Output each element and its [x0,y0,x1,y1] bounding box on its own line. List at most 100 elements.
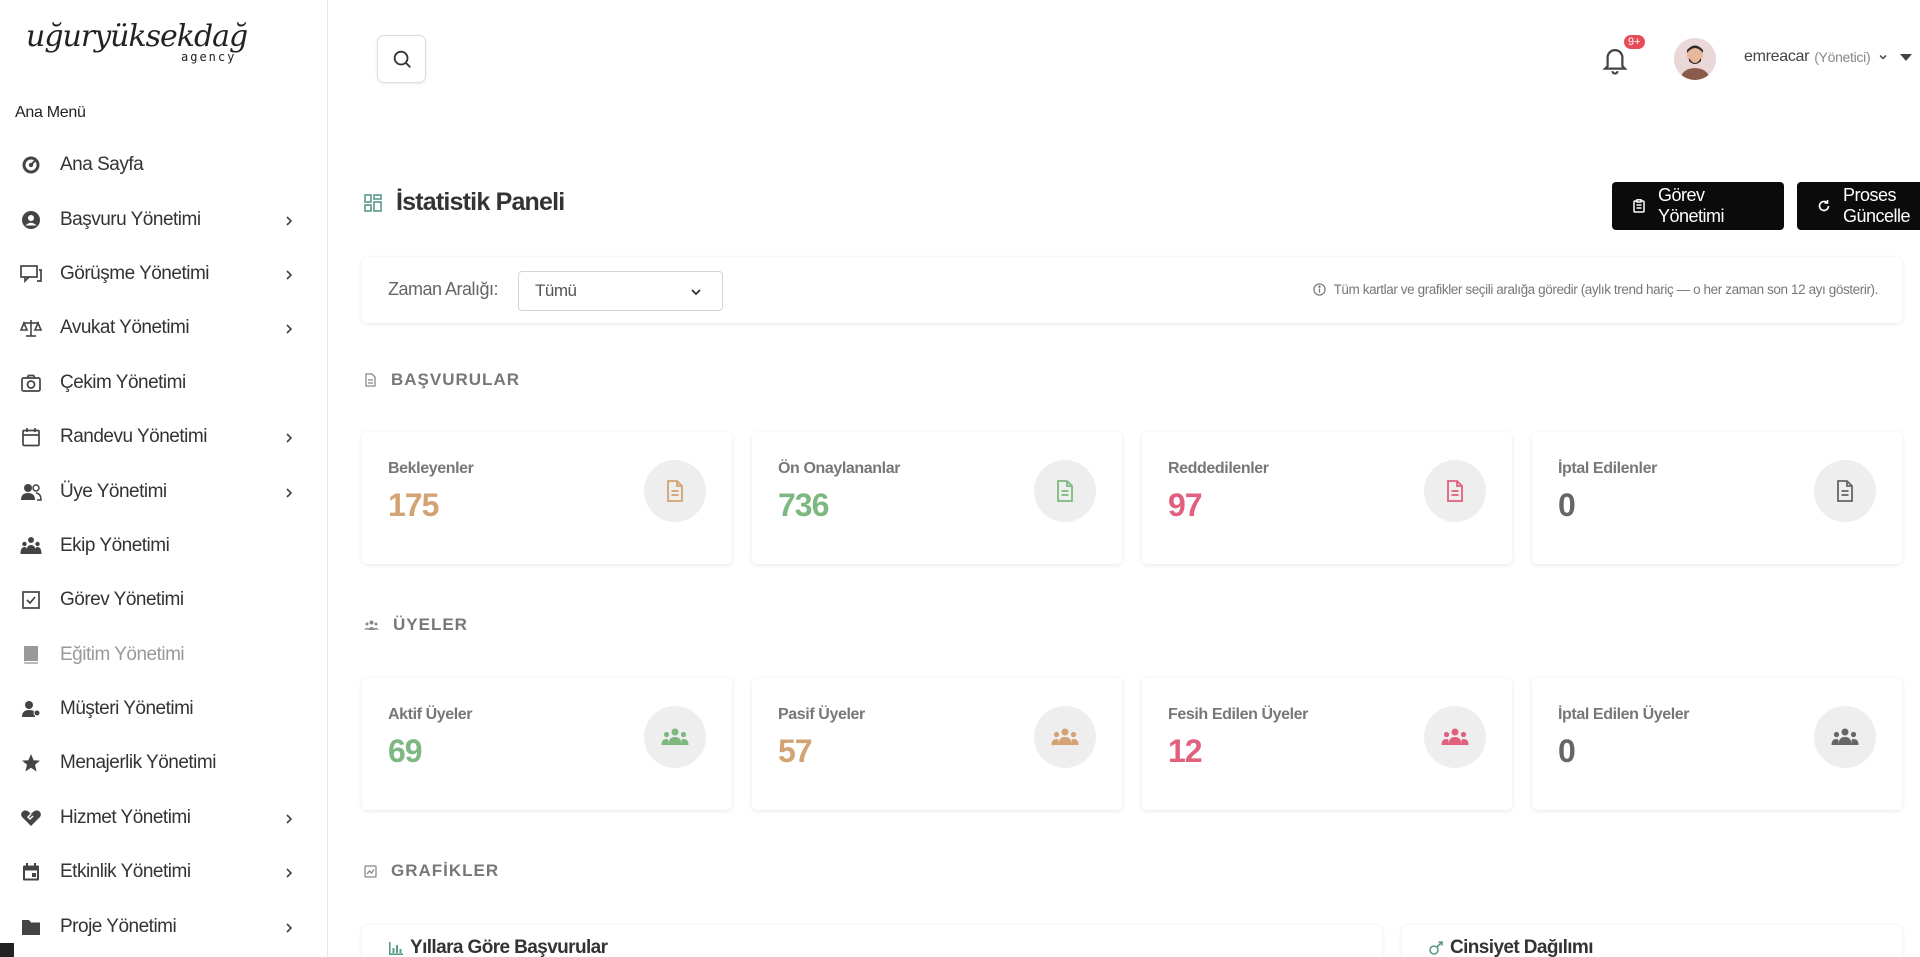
sidebar-item-hizmet-y-netimi[interactable]: Hizmet Yönetimi [0,791,327,845]
update-process-label: Proses Güncelle [1843,185,1911,226]
stat-value: 175 [388,487,439,523]
sidebar-item-label: Başvuru Yönetimi [60,208,201,230]
sidebar-item-label: Görev Yönetimi [60,589,184,611]
member-card-aktif-yeler[interactable]: Aktif Üyeler 69 [362,678,732,810]
calendar-icon [20,426,42,448]
group-icon [364,620,379,630]
filter-info-text: Tüm kartlar ve grafikler seçili aralığa … [1333,282,1879,297]
corner-overlay [0,943,14,957]
folder-icon [20,916,42,938]
image-chart-icon [364,864,377,878]
sidebar-item-ekim-y-netimi[interactable]: Çekim Yönetimi [0,356,327,410]
chevron-right-icon [283,268,295,280]
info-icon [1312,283,1326,296]
caret-down-icon[interactable] [1900,54,1912,61]
sidebar-item-label: Etkinlik Yönetimi [60,861,191,883]
chevron-down-icon [691,289,701,296]
charts-section-label: GRAFİKLER [391,861,500,880]
logo-subtitle: agency [181,50,237,64]
document-icon [1814,460,1876,522]
task-management-button[interactable]: Görev Yönetimi [1612,182,1784,230]
chevron-down-icon [1879,54,1887,60]
stat-label: Aktif Üyeler [388,706,473,723]
grid-icon [364,193,382,212]
sidebar-item-label: Çekim Yönetimi [60,371,186,393]
group-icon [1424,706,1486,768]
sidebar-item-label: Proje Yönetimi [60,915,177,937]
sidebar-item-m-teri-y-netimi[interactable]: Müşteri Yönetimi [0,682,327,736]
stat-value: 57 [778,733,813,769]
chevron-right-icon [283,431,295,443]
checkbox-icon [20,589,42,611]
event-icon [20,861,42,883]
logo-script: uğuryüksekdağ [26,19,248,54]
member-card-i-ptal-edilen-yeler[interactable]: İptal Edilen Üyeler 0 [1532,678,1902,810]
user-menu[interactable]: emreacar (Yönetici) [1744,48,1888,66]
application-card-n-onaylananlar[interactable]: Ön Onaylananlar 736 [752,432,1122,564]
brand-logo[interactable]: uğuryüksekdağ agency [0,0,327,90]
sidebar-item-label: Randevu Yönetimi [60,426,207,448]
chevron-right-icon [283,322,295,334]
document-icon [644,460,706,522]
sidebar-item-label: Menajerlik Yönetimi [60,752,216,774]
sidebar-item-g-r-me-y-netimi[interactable]: Görüşme Yönetimi [0,247,327,301]
book-icon [20,644,42,666]
stat-value: 0 [1558,733,1576,769]
chevron-right-icon [283,214,295,226]
sidebar-item-ana-sayfa[interactable]: Ana Sayfa [0,138,327,192]
yearly-applications-chart-card: Yıllara Göre Başvurular [362,925,1382,957]
customer-icon [20,698,42,720]
update-process-button[interactable]: Proses Güncelle [1797,182,1920,230]
sidebar-item-proje-y-netimi[interactable]: Proje Yönetimi [0,899,327,953]
stat-label: İptal Edilen Üyeler [1558,706,1690,723]
sidebar-item-ekip-y-netimi[interactable]: Ekip Yönetimi [0,519,327,573]
user-circle-icon [20,209,42,231]
main-content: 9+ emreacar (Yönetici) İstatistik Paneli… [328,0,1920,957]
application-card-bekleyenler[interactable]: Bekleyenler 175 [362,432,732,564]
sidebar-item-label: Hizmet Yönetimi [60,806,191,828]
stat-value: 12 [1168,733,1203,769]
members-section-label: ÜYELER [393,615,468,634]
stat-label: Bekleyenler [388,460,474,477]
stat-label: Pasif Üyeler [778,706,865,723]
date-range-select[interactable]: Tümü [518,271,723,311]
stat-value: 97 [1168,487,1203,523]
document-icon [365,373,376,387]
dashboard-icon [20,154,42,176]
sidebar-item-ye-y-netimi[interactable]: Üye Yönetimi [0,464,327,518]
sidebar-item-etkinlik-y-netimi[interactable]: Etkinlik Yönetimi [0,845,327,899]
gender-distribution-title: Cinsiyet Dağılımı [1450,937,1594,957]
sidebar-item-label: Üye Yönetimi [60,480,167,502]
sidebar-item-e-itim-y-netimi[interactable]: Eğitim Yönetimi [0,628,327,682]
sidebar-item-ba-vuru-y-netimi[interactable]: Başvuru Yönetimi [0,192,327,246]
task-management-label: Görev Yönetimi [1658,185,1725,226]
topbar: 9+ emreacar (Yönetici) [328,0,1920,118]
date-range-label: Zaman Aralığı: [388,279,499,299]
member-card-pasif-yeler[interactable]: Pasif Üyeler 57 [752,678,1122,810]
menu-section-title: Ana Menü [15,104,86,121]
chevron-right-icon [283,486,295,498]
scale-icon [20,317,42,339]
application-card-reddedilenler[interactable]: Reddedilenler 97 [1142,432,1512,564]
gender-icon [1429,941,1443,955]
users-icon [20,481,42,503]
gender-distribution-chart-card: Cinsiyet Dağılımı [1402,925,1902,957]
refresh-icon [1818,200,1830,212]
sidebar-item-label: Eğitim Yönetimi [60,643,185,665]
sidebar-item-avukat-y-netimi[interactable]: Avukat Yönetimi [0,301,327,355]
application-card-i-ptal-edilenler[interactable]: İptal Edilenler 0 [1532,432,1902,564]
avatar[interactable] [1674,38,1716,80]
search-button[interactable] [377,35,426,83]
filter-info-note: Tüm kartlar ve grafikler seçili aralığa … [1312,282,1879,297]
sidebar-item-g-rev-y-netimi[interactable]: Görev Yönetimi [0,573,327,627]
stat-label: Fesih Edilen Üyeler [1168,706,1309,723]
member-card-fesih-edilen-yeler[interactable]: Fesih Edilen Üyeler 12 [1142,678,1512,810]
sidebar-item-randevu-y-netimi[interactable]: Randevu Yönetimi [0,410,327,464]
stat-value: 736 [778,487,829,523]
camera-icon [20,372,42,394]
sidebar-item-menajerlik-y-netimi[interactable]: Menajerlik Yönetimi [0,736,327,790]
applications-section-title: BAŞVURULAR [364,370,520,390]
stat-value: 0 [1558,487,1576,523]
clipboard-icon [1633,199,1645,213]
sidebar: uğuryüksekdağ agency Ana Menü Ana Sayfa B… [0,0,328,957]
